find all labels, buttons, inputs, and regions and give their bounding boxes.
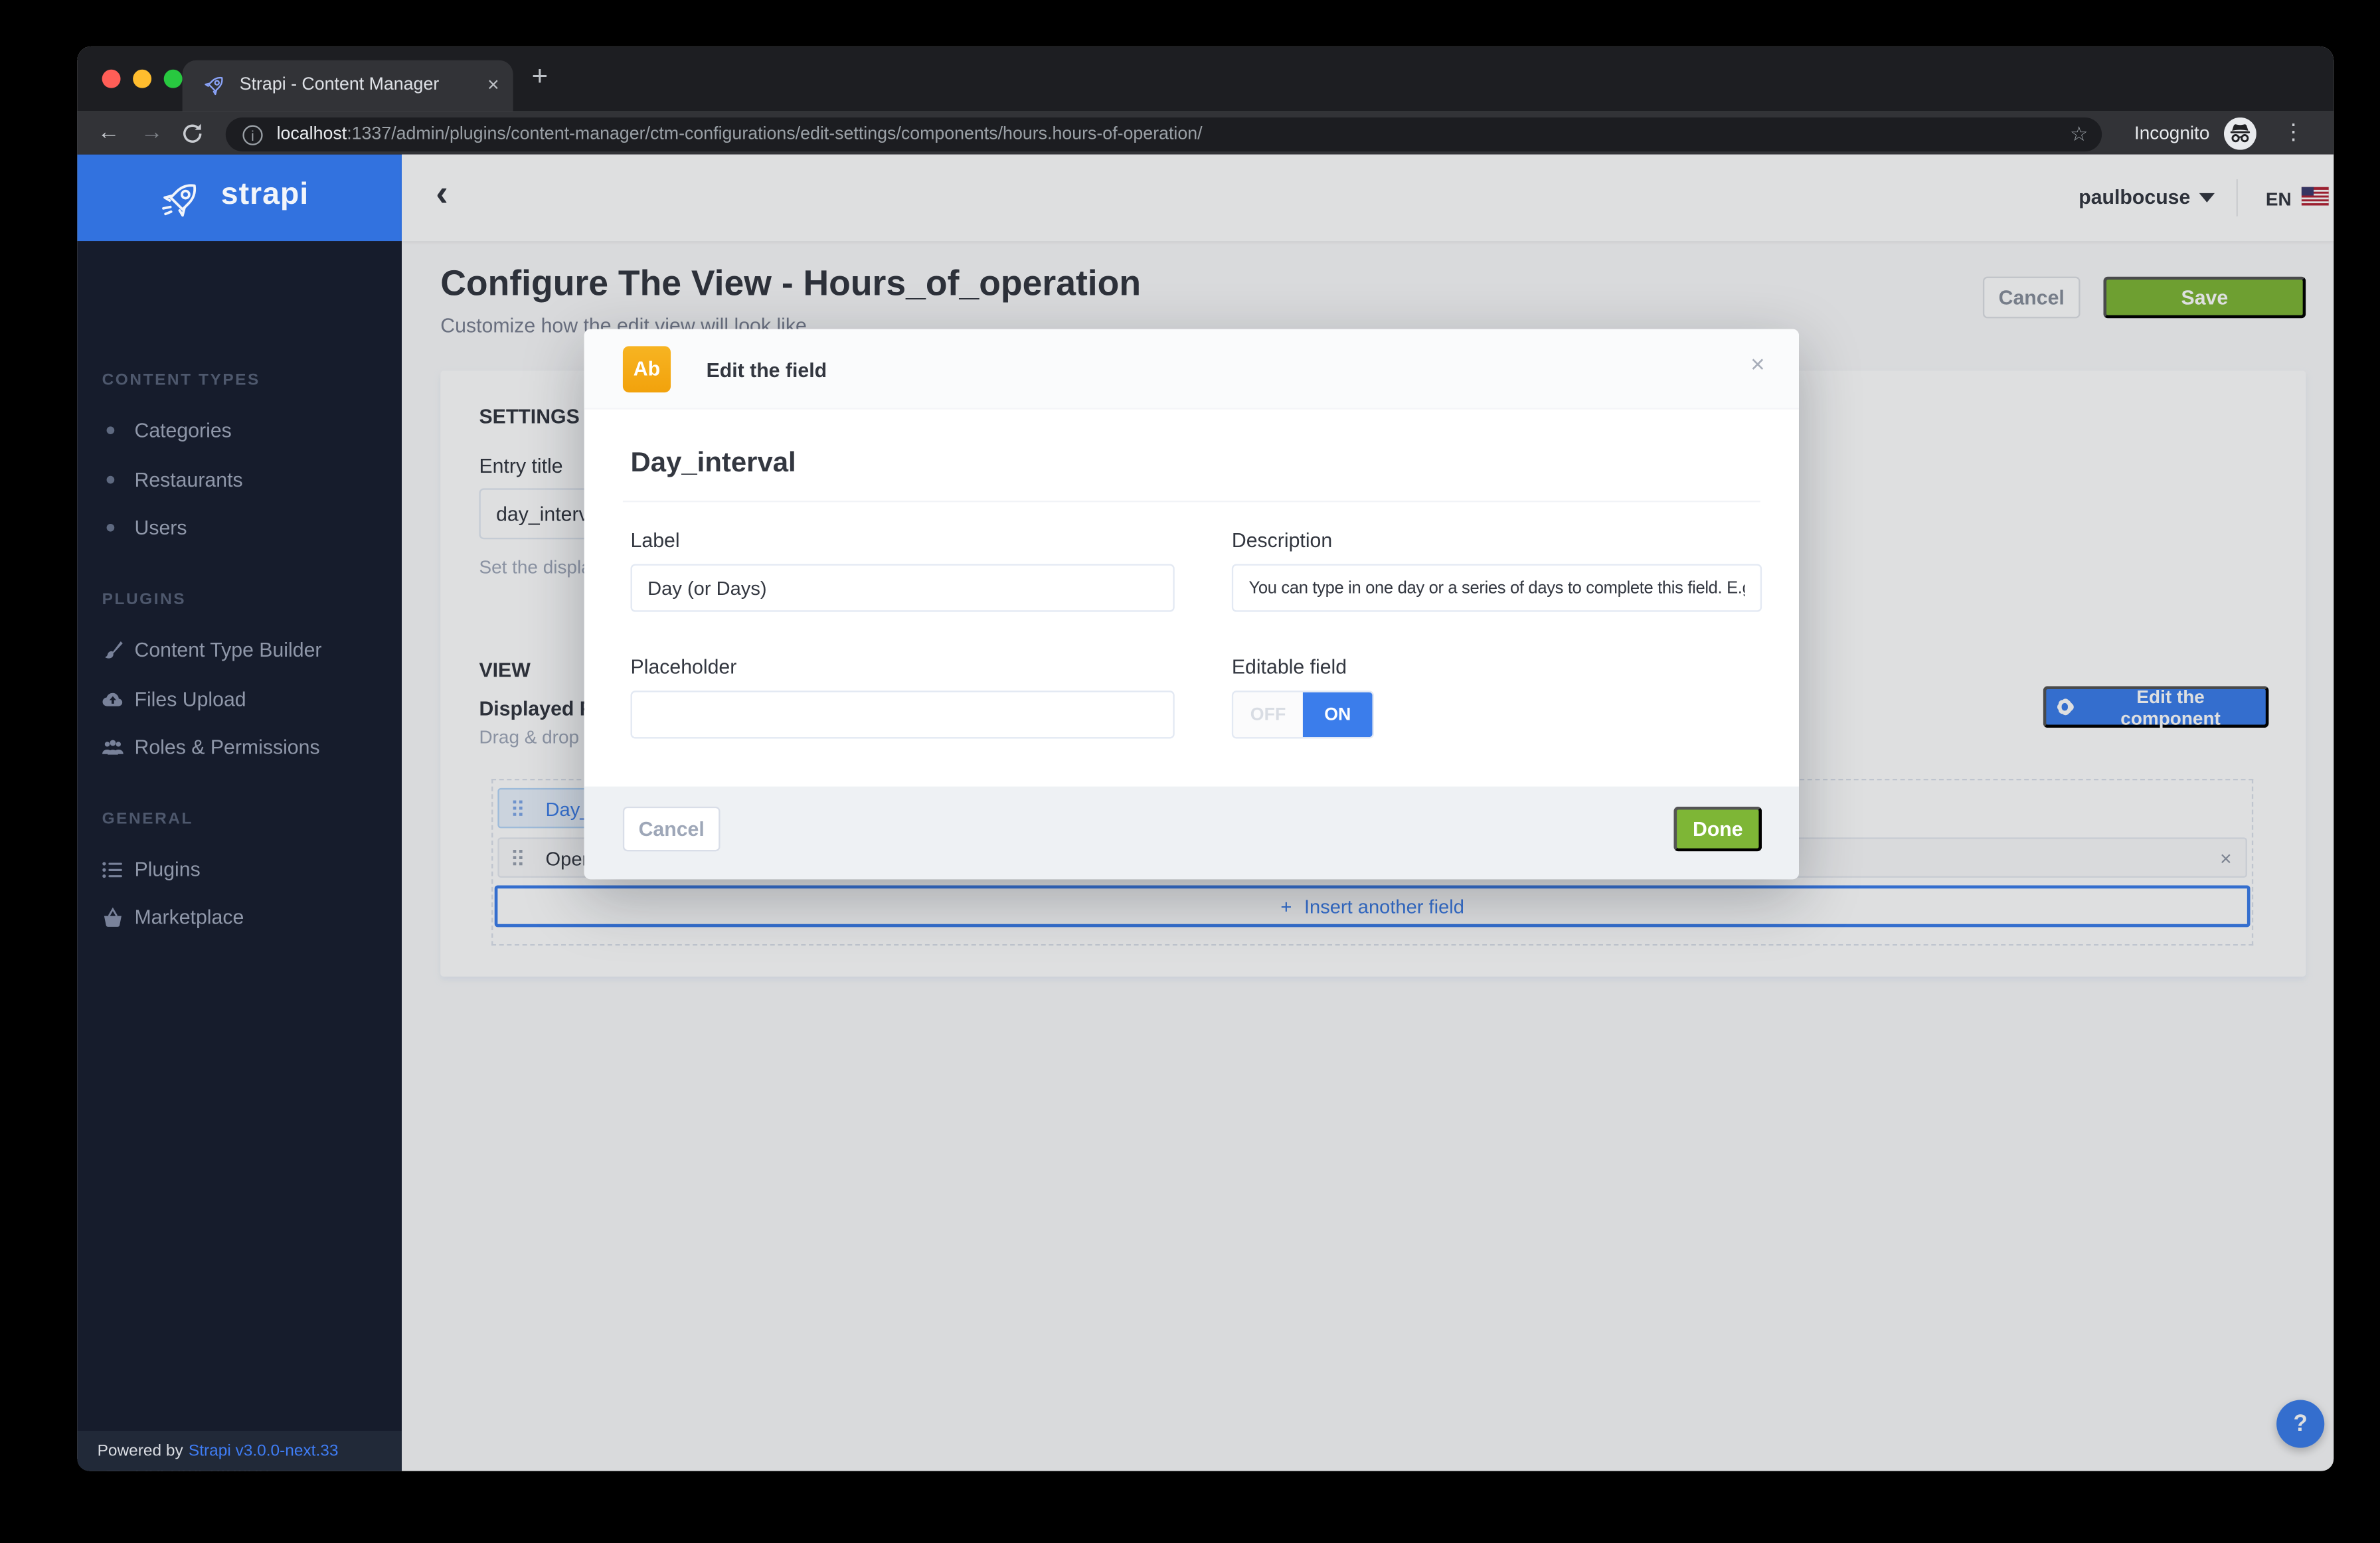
new-tab-button[interactable]: +: [532, 60, 548, 93]
bullet-icon: [107, 476, 115, 484]
label-field-label: Label: [631, 528, 680, 552]
browser-tab[interactable]: Strapi - Content Manager ×: [183, 60, 513, 112]
desktop-background: Strapi - Content Manager × + ← → i local…: [0, 0, 2380, 1543]
url-host: localhost: [277, 124, 347, 143]
browser-window: Strapi - Content Manager × + ← → i local…: [77, 46, 2334, 1471]
toggle-on-button[interactable]: ON: [1303, 692, 1373, 737]
powered-by-label: Powered by: [98, 1441, 183, 1460]
placeholder-input[interactable]: [631, 690, 1175, 738]
sidebar-item-files-upload[interactable]: Files Upload: [77, 685, 402, 716]
users-icon: [100, 736, 125, 760]
tab-title: Strapi - Content Manager: [240, 76, 440, 94]
brush-icon: [100, 638, 125, 663]
section-title-content-types: CONTENT TYPES: [102, 371, 260, 390]
modal-footer: Cancel Done: [584, 787, 1799, 880]
editable-field-label: Editable field: [1232, 655, 1347, 679]
sidebar-item-categories[interactable]: Categories: [77, 416, 402, 447]
modal-cancel-button[interactable]: Cancel: [623, 807, 721, 851]
sidebar-item-roles-permissions[interactable]: Roles & Permissions: [77, 732, 402, 764]
cloud-upload-icon: [100, 688, 125, 712]
modal-done-button[interactable]: Done: [1673, 807, 1762, 851]
sidebar-item-content-type-builder[interactable]: Content Type Builder: [77, 635, 402, 667]
placeholder-field-label: Placeholder: [631, 655, 737, 679]
sidebar-item-users[interactable]: Users: [77, 513, 402, 544]
text-field-type-badge: Ab: [623, 346, 671, 392]
modal-divider: [623, 501, 1760, 502]
close-window-button[interactable]: [102, 70, 121, 88]
label-input[interactable]: [631, 564, 1175, 611]
url-text: localhost:1337/admin/plugins/content-man…: [277, 124, 1203, 143]
description-input[interactable]: [1232, 564, 1762, 611]
bullet-icon: [107, 426, 115, 434]
tab-close-icon[interactable]: ×: [487, 72, 499, 96]
incognito-label: Incognito: [2134, 122, 2209, 144]
address-bar[interactable]: i localhost:1337/admin/plugins/content-m…: [226, 118, 2102, 151]
browser-toolbar: ← → i localhost:1337/admin/plugins/conte…: [77, 112, 2334, 158]
strapi-version-link[interactable]: Strapi v3.0.0-next.33: [189, 1441, 338, 1460]
brand-name: strapi: [221, 178, 309, 214]
reload-icon[interactable]: [181, 122, 204, 145]
editable-toggle: OFF ON: [1232, 690, 1374, 738]
section-title-general: GENERAL: [102, 810, 193, 829]
bullet-icon: [107, 524, 115, 532]
url-path: :1337/admin/plugins/content-manager/ctm-…: [347, 124, 1202, 143]
edit-field-modal: Ab Edit the field × Day_interval Label D…: [584, 329, 1799, 880]
bookmark-star-icon[interactable]: ☆: [2070, 122, 2088, 147]
browser-tab-bar: Strapi - Content Manager × +: [77, 46, 2334, 112]
zoom-window-button[interactable]: [164, 70, 183, 88]
toggle-off-button[interactable]: OFF: [1233, 692, 1303, 737]
sidebar-item-marketplace[interactable]: Marketplace: [77, 902, 402, 934]
minimize-window-button[interactable]: [133, 70, 151, 88]
strapi-favicon-icon: [203, 72, 227, 97]
description-field-label: Description: [1232, 528, 1332, 552]
sidebar-item-plugins[interactable]: Plugins: [77, 854, 402, 886]
sidebar-item-restaurants[interactable]: Restaurants: [77, 465, 402, 497]
field-name-heading: Day_interval: [631, 447, 796, 479]
strapi-logo-icon: [159, 176, 204, 220]
browser-menu-icon[interactable]: ⋮: [2282, 119, 2304, 145]
sidebar-footer: Powered by Strapi v3.0.0-next.33: [77, 1431, 402, 1471]
forward-icon[interactable]: →: [141, 121, 163, 147]
sidebar: strapi CONTENT TYPES Categories Restaura…: [77, 155, 402, 1471]
close-icon[interactable]: ×: [1750, 353, 1765, 380]
back-icon[interactable]: ←: [98, 121, 120, 147]
strapi-brand[interactable]: strapi: [77, 155, 402, 241]
modal-header: Ab Edit the field ×: [584, 329, 1799, 410]
modal-title: Edit the field: [707, 359, 827, 382]
basket-icon: [100, 906, 125, 930]
section-title-plugins: PLUGINS: [102, 590, 187, 609]
site-info-icon[interactable]: i: [242, 124, 262, 144]
list-icon: [100, 858, 125, 882]
incognito-icon: [2224, 118, 2256, 150]
